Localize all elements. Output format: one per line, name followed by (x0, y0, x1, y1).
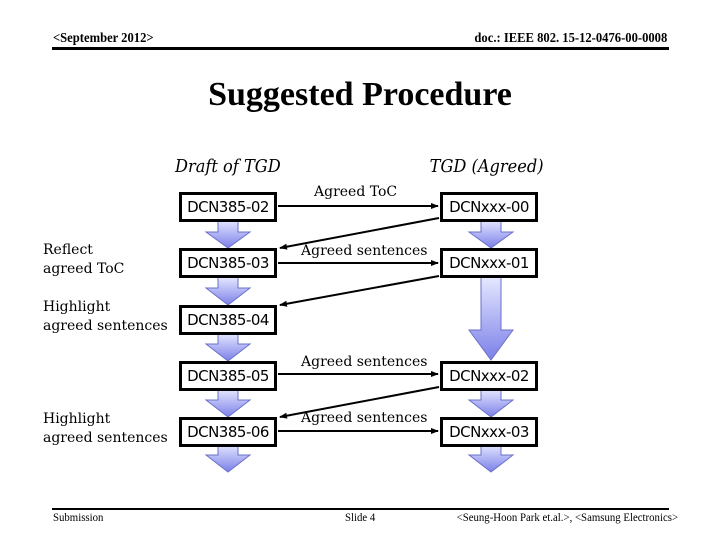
down-arrow-icon (204, 388, 252, 418)
down-arrow-icon (204, 443, 252, 473)
footer-slide-number: Slide 4 (345, 510, 376, 524)
edge-label: Agreed sentences (301, 243, 428, 259)
edge-label: Agreed sentences (301, 354, 428, 370)
draft-box: DCN385-04 (179, 305, 277, 335)
down-arrow-icon (204, 219, 252, 249)
down-arrow-icon (468, 276, 514, 361)
slide: <September 2012> doc.: IEEE 802. 15-12-0… (0, 0, 720, 540)
side-label: Highlight agreed sentences (43, 298, 168, 336)
side-label: Reflect agreed ToC (43, 241, 124, 279)
draft-box: DCN385-03 (179, 248, 277, 278)
slide-title: Suggested Procedure (208, 76, 512, 113)
agreed-box: DCNxxx-02 (440, 361, 538, 391)
footer-author: <Seung-Hoon Park et.al.>, <Samsung Elect… (456, 510, 678, 524)
down-arrow-icon (467, 443, 515, 473)
down-arrow-icon (467, 388, 515, 418)
side-label-line: agreed sentences (43, 430, 168, 446)
edge-label: Agreed ToC (314, 184, 398, 200)
header-doc-id: doc.: IEEE 802. 15-12-0476-00-0008 (474, 31, 667, 46)
feedback-01-to-04 (279, 275, 440, 307)
side-label-line: Highlight (43, 299, 111, 315)
right-column-heading: TGD (Agreed) (430, 156, 544, 177)
agreed-box: DCNxxx-03 (440, 417, 538, 447)
down-arrow-icon (204, 332, 252, 362)
agreed-box: DCNxxx-01 (440, 248, 538, 278)
header-rule (52, 47, 669, 50)
footer-submission: Submission (53, 510, 104, 524)
side-label-line: Reflect (43, 242, 93, 258)
side-label: Highlight agreed sentences (43, 410, 168, 448)
side-label-line: agreed ToC (43, 261, 125, 277)
down-arrow-icon (467, 219, 515, 249)
side-label-line: Highlight (43, 411, 111, 427)
draft-box: DCN385-05 (179, 361, 277, 391)
draft-box: DCN385-02 (179, 192, 277, 222)
edge-label: Agreed sentences (301, 410, 428, 426)
left-column-heading: Draft of TGD (175, 156, 281, 177)
draft-box: DCN385-06 (179, 417, 277, 447)
down-arrow-icon (204, 276, 252, 306)
agreed-box: DCNxxx-00 (440, 192, 538, 222)
header-date: <September 2012> (53, 31, 154, 46)
side-label-line: agreed sentences (43, 318, 168, 334)
